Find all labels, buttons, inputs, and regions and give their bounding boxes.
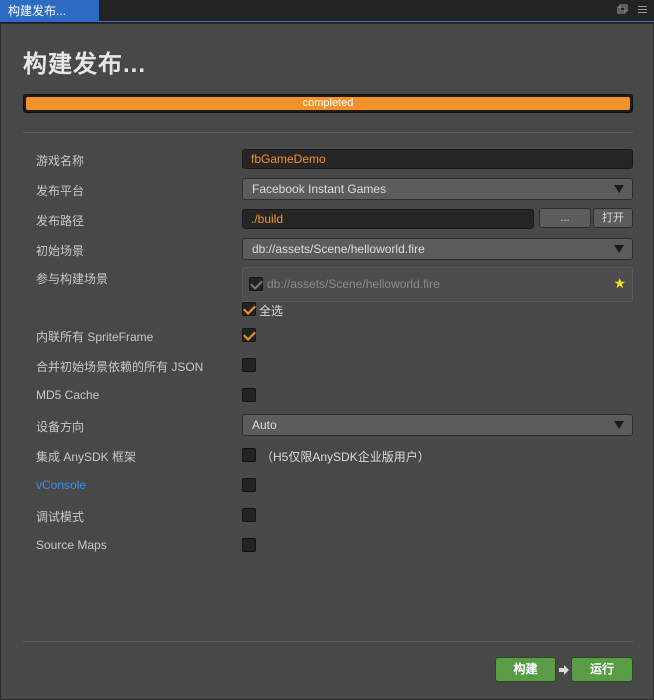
anysdk-checkbox[interactable] [242,448,256,462]
debug-mode-label: 调试模式 [36,510,85,524]
platform-value: Facebook Instant Games [252,182,387,196]
merge-json-checkbox[interactable] [242,358,256,372]
browse-button[interactable]: ... [539,208,591,228]
orientation-label: 设备方向 [36,420,85,434]
run-button[interactable]: 运行 [571,657,633,682]
source-maps-label: Source Maps [36,538,107,552]
divider [23,641,633,642]
maximize-icon[interactable] [616,4,628,16]
md5-cache-checkbox[interactable] [242,388,256,402]
arrow-right-icon [559,664,569,679]
progress-fill: completed [26,97,630,110]
scene-path: db://assets/Scene/helloworld.fire [267,277,440,291]
dropdown-arrow-icon [614,185,624,193]
game-name-label: 游戏名称 [36,154,85,168]
tab-build[interactable]: 构建发布... [0,0,99,22]
game-name-input[interactable]: fbGameDemo [242,149,633,169]
orientation-value: Auto [252,418,277,432]
vconsole-link[interactable]: vConsole [36,478,86,492]
platform-label: 发布平台 [36,184,85,198]
open-folder-button[interactable]: 打开 [593,208,633,228]
included-scenes-label: 参与构建场景 [36,272,109,286]
platform-select[interactable]: Facebook Instant Games [242,178,633,200]
build-path-input[interactable]: ./build [242,209,534,229]
start-scene-star-icon: ★ [613,275,626,291]
page-title: 构建发布... [23,51,147,78]
build-path-label: 发布路径 [36,214,85,228]
start-scene-select[interactable]: db://assets/Scene/helloworld.fire [242,238,633,260]
menu-icon[interactable] [636,4,648,16]
orientation-select[interactable]: Auto [242,414,633,436]
divider [23,132,633,133]
scene-checkbox [249,277,263,291]
build-button[interactable]: 构建 [495,657,556,682]
anysdk-note: （H5仅限AnySDK企业版用户） [261,450,430,464]
debug-mode-checkbox[interactable] [242,508,256,522]
start-scene-value: db://assets/Scene/helloworld.fire [252,242,425,256]
inline-spriteframe-label: 内联所有 SpriteFrame [36,330,154,344]
md5-cache-label: MD5 Cache [36,388,100,402]
start-scene-label: 初始场景 [36,244,85,258]
build-panel: 构建发布... completed 游戏名称 fbGameDemo 发布平台 F… [0,23,654,700]
merge-json-label: 合并初始场景依赖的所有 JSON [36,360,204,374]
tab-tools [616,4,648,16]
source-maps-checkbox[interactable] [242,538,256,552]
scene-list: db://assets/Scene/helloworld.fire ★ [242,267,633,302]
list-item: db://assets/Scene/helloworld.fire [249,277,440,291]
progress-label: completed [302,97,354,109]
vconsole-checkbox[interactable] [242,478,256,492]
inline-spriteframe-checkbox[interactable] [242,328,256,342]
dropdown-arrow-icon [614,245,624,253]
select-all-label: 全选 [259,304,284,318]
dropdown-arrow-icon [614,421,624,429]
tab-bar: 构建发布... [0,0,654,22]
anysdk-label: 集成 AnySDK 框架 [36,450,137,464]
build-progress-bar: completed [23,94,633,113]
select-all-checkbox[interactable] [242,302,256,316]
